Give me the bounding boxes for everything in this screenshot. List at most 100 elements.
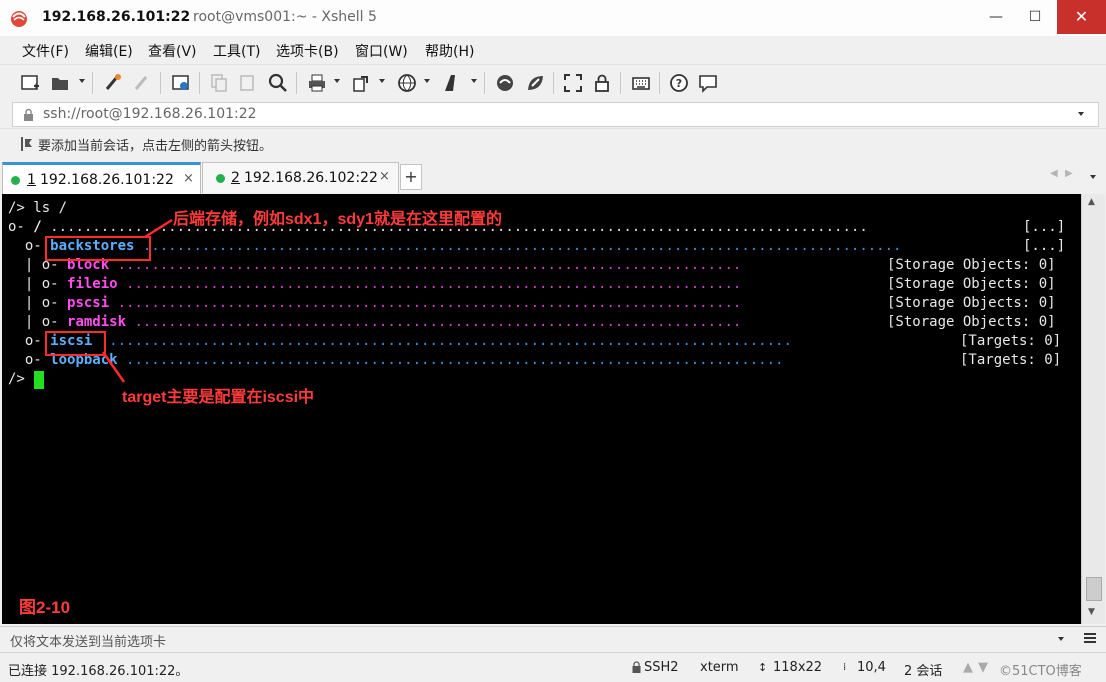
- tab-close-icon[interactable]: ×: [379, 169, 390, 184]
- open-folder-icon[interactable]: [50, 73, 70, 93]
- annotation-arrow-iscsi: [101, 351, 126, 383]
- chevron-down-icon[interactable]: [424, 79, 430, 83]
- font-icon[interactable]: [442, 73, 462, 93]
- tab-session-2[interactable]: 2 192.168.26.102:22 ×: [202, 162, 399, 193]
- lock-icon: [24, 108, 33, 121]
- tab-list-chevron-icon[interactable]: [1090, 175, 1096, 179]
- xmanager-icon[interactable]: [525, 73, 545, 93]
- tab-bar: 1 192.168.26.101:22 × 2 192.168.26.102:2…: [0, 158, 1106, 194]
- reconnect-icon[interactable]: [103, 73, 123, 93]
- toolbar: ?: [0, 64, 1106, 101]
- tab-number: 2: [231, 170, 240, 186]
- chevron-down-icon[interactable]: [471, 79, 477, 83]
- tab-scroll-left-icon[interactable]: ◀: [1050, 168, 1058, 179]
- new-tab-button[interactable]: +: [400, 164, 422, 190]
- annotation-iscsi: target主要是配置在iscsi中: [122, 389, 315, 406]
- keyboard-icon[interactable]: [631, 73, 651, 93]
- tree-row-status: [Targets: 0]: [960, 352, 1062, 368]
- menu-file[interactable]: 文件(F): [22, 41, 69, 61]
- address-bar[interactable]: ssh://root@192.168.26.101:22: [12, 102, 1099, 127]
- svg-text:?: ?: [676, 77, 682, 90]
- toolbar-separator: [620, 72, 621, 94]
- xftp-icon[interactable]: [495, 73, 515, 93]
- connected-status-icon: [216, 174, 225, 183]
- chevron-down-icon[interactable]: [79, 79, 85, 83]
- disconnect-icon[interactable]: [132, 73, 152, 93]
- menu-window[interactable]: 窗口(W): [355, 41, 408, 61]
- compose-bar[interactable]: 仅将文本发送到当前选项卡: [0, 626, 1106, 651]
- menu-view[interactable]: 查看(V): [148, 41, 197, 61]
- tree-row-status: [Storage Objects: 0]: [887, 276, 1056, 292]
- address-input[interactable]: ssh://root@192.168.26.101:22: [43, 106, 257, 122]
- tree-row-status: [Storage Objects: 0]: [887, 295, 1056, 311]
- globe-icon[interactable]: [397, 73, 417, 93]
- copy-icon[interactable]: [209, 73, 229, 93]
- figure-label: 图2-10: [19, 598, 71, 617]
- toolbar-separator: [160, 72, 161, 94]
- compose-menu-icon[interactable]: [1082, 631, 1098, 645]
- menu-tabs[interactable]: 选项卡(B): [276, 41, 339, 61]
- scroll-down-icon[interactable]: ▼: [1088, 607, 1095, 617]
- compose-input[interactable]: 仅将文本发送到当前选项卡: [10, 631, 166, 650]
- tab-close-icon[interactable]: ×: [183, 171, 194, 186]
- toolbar-separator: [199, 72, 200, 94]
- annotation-arrow-backstores: [144, 218, 173, 239]
- paste-icon[interactable]: [238, 73, 258, 93]
- fullscreen-icon[interactable]: [563, 73, 583, 93]
- hint-bar: 要添加当前会话，点击左侧的箭头按钮。: [0, 128, 1106, 157]
- help-icon[interactable]: ?: [669, 73, 689, 93]
- annotation-backstores: 后端存储，例如sdx1，sdy1就是在这里配置的: [173, 211, 502, 228]
- hint-text: 要添加当前会话，点击左侧的箭头按钮。: [38, 139, 273, 154]
- xshell-logo-icon: [11, 11, 27, 27]
- maximize-button[interactable]: ☐: [1018, 0, 1052, 34]
- lock-icon: [632, 661, 641, 673]
- chevron-down-icon[interactable]: [1078, 112, 1084, 116]
- tab-scroll-right-icon[interactable]: ▶: [1065, 168, 1073, 179]
- window-title-host: 192.168.26.101:22: [42, 9, 191, 25]
- lock-icon[interactable]: [592, 73, 612, 93]
- toolbar-separator: [659, 72, 660, 94]
- scroll-up-icon[interactable]: ▲: [963, 660, 973, 675]
- toolbar-separator: [553, 72, 554, 94]
- toolbar-separator: [296, 72, 297, 94]
- menu-tools[interactable]: 工具(T): [213, 41, 260, 61]
- properties-icon[interactable]: [171, 73, 191, 93]
- chevron-down-icon[interactable]: [334, 79, 340, 83]
- menu-help[interactable]: 帮助(H): [425, 41, 474, 61]
- transfer-icon[interactable]: [351, 73, 371, 93]
- tree-row-status: [Targets: 0]: [960, 333, 1062, 349]
- connected-status-icon: [11, 176, 20, 185]
- tree-row-status: [Storage Objects: 0]: [887, 257, 1056, 273]
- cursor-position: 10,4: [857, 660, 886, 675]
- scroll-down-icon[interactable]: ▼: [978, 660, 988, 675]
- toolbar-separator: [484, 72, 485, 94]
- scroll-up-icon[interactable]: ▲: [1088, 197, 1095, 207]
- window-title: root@vms001:~ - Xshell 5: [193, 9, 377, 25]
- tree-row-status: [...]: [1023, 219, 1066, 235]
- protocol: SSH2: [644, 660, 679, 675]
- menu-edit[interactable]: 编辑(E): [85, 41, 133, 61]
- size-icon: ↕: [758, 661, 768, 674]
- chevron-down-icon[interactable]: [1058, 637, 1064, 641]
- tree-row-status: [...]: [1023, 238, 1066, 254]
- tab-label: 192.168.26.101:22: [40, 172, 174, 188]
- minimize-button[interactable]: —: [979, 0, 1013, 34]
- print-icon[interactable]: [307, 73, 327, 93]
- scroll-thumb[interactable]: [1086, 577, 1102, 601]
- chevron-down-icon[interactable]: [379, 79, 385, 83]
- cursor-position-icon: ⁞: [843, 662, 847, 673]
- new-session-icon[interactable]: [20, 73, 40, 93]
- terminal[interactable]: /> ls / o- / ...........................…: [2, 194, 1081, 624]
- status-bar: 已连接 192.168.26.101:22。 SSH2 xterm ↕ 118x…: [0, 652, 1106, 682]
- add-session-arrow-icon[interactable]: [20, 136, 34, 152]
- terminal-size: 118x22: [773, 660, 823, 675]
- tab-label: 192.168.26.102:22: [244, 170, 378, 186]
- toolbar-separator: [92, 72, 93, 94]
- watermark: ©51CTO博客: [999, 664, 1082, 679]
- close-button[interactable]: ✕: [1057, 0, 1106, 34]
- menu-bar: 文件(F) 编辑(E) 查看(V) 工具(T) 选项卡(B) 窗口(W) 帮助(…: [0, 36, 1106, 62]
- chat-icon[interactable]: [698, 73, 718, 93]
- terminal-scrollbar[interactable]: ▲ ▼: [1081, 194, 1105, 624]
- tab-session-1[interactable]: 1 192.168.26.101:22 ×: [2, 162, 201, 194]
- find-icon[interactable]: [268, 73, 288, 93]
